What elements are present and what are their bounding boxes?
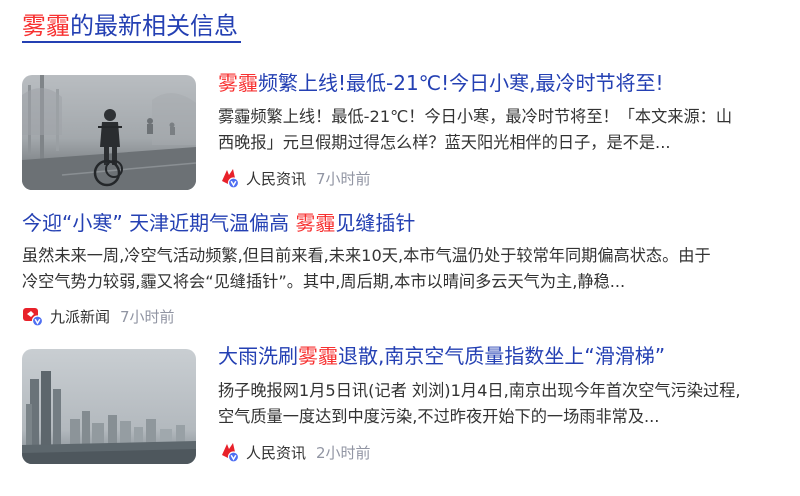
news-title-link-1[interactable]: 雾霾频繁上线!最低-21℃!今日小寒,最冷时节将至!	[218, 70, 664, 96]
snippet-line: 空气质量一度达到中度污染,不过昨夜开始下的一场雨非常及...	[218, 407, 660, 426]
news-title-text: 频繁上线!最低-21℃!今日小寒,最冷时节将至!	[258, 71, 664, 95]
news-title-text: 见缝插针	[335, 211, 416, 235]
news-title-link-3[interactable]: 大雨洗刷雾霾退散,南京空气质量指数坐上“滑滑梯”	[218, 343, 665, 369]
jiupai-news-logo-icon	[22, 305, 44, 327]
publish-time: 2小时前	[316, 443, 371, 462]
news-source-2[interactable]: 九派新闻 7小时前	[22, 305, 175, 327]
news-thumbnail-3[interactable]	[22, 349, 196, 464]
source-name: 九派新闻	[50, 307, 111, 326]
snippet-line: 雾霾频繁上线！最低-21℃！今日小寒，最冷时节将至！「本文来源：山	[218, 107, 733, 126]
hazy-city-skyline-photo	[22, 349, 196, 464]
source-name: 人民资讯	[246, 443, 307, 462]
smog-cyclist-photo	[22, 75, 196, 190]
news-title-highlight: 雾霾	[295, 211, 336, 235]
news-title-text: 退散,南京空气质量指数坐上“滑滑梯”	[338, 344, 666, 368]
news-snippet-1: 雾霾频繁上线！最低-21℃！今日小寒，最冷时节将至！「本文来源：山 西晚报」元旦…	[218, 104, 778, 156]
snippet-line: 扬子晚报网1月5日讯(记者 刘浏)1月4日,南京出现今年首次空气污染过程,	[218, 381, 741, 400]
news-snippet-3: 扬子晚报网1月5日讯(记者 刘浏)1月4日,南京出现今年首次空气污染过程, 空气…	[218, 378, 778, 430]
section-title-text: 的最新相关信息	[70, 12, 238, 40]
news-source-3[interactable]: 人民资讯 2小时前	[218, 441, 371, 463]
snippet-line: 冷空气势力较弱,霾又将会“见缝插针”。其中,周后期,本市以晴间多云天气为主,静稳…	[22, 272, 626, 291]
snippet-line: 西晚报」元旦假期过得怎么样？蓝天阳光相伴的日子，是不是...	[218, 133, 671, 152]
people-news-logo-icon	[218, 167, 240, 189]
news-title-text: 大雨洗刷	[218, 344, 298, 368]
section-title-link[interactable]: 雾霾的最新相关信息	[22, 8, 238, 44]
section-title-underline	[22, 41, 241, 43]
search-news-panel: 雾霾的最新相关信息 雾霾频繁上线!最低-21℃!今日小寒,最冷时节将至! 雾霾频…	[0, 0, 800, 496]
news-title-highlight: 雾霾	[218, 71, 258, 95]
news-thumbnail-1[interactable]	[22, 75, 196, 190]
news-title-highlight: 雾霾	[298, 344, 338, 368]
people-news-logo-icon	[218, 441, 240, 463]
news-snippet-2: 虽然未来一周,冷空气活动频繁,但目前来看,未来10天,本市气温仍处于较常年同期偏…	[22, 243, 782, 295]
news-source-1[interactable]: 人民资讯 7小时前	[218, 167, 371, 189]
news-title-link-2[interactable]: 今迎“小寒” 天津近期气温偏高 雾霾见缝插针	[22, 210, 415, 236]
publish-time: 7小时前	[120, 307, 175, 326]
source-name: 人民资讯	[246, 169, 307, 188]
section-title-highlight: 雾霾	[22, 12, 70, 40]
news-title-text: 今迎“小寒” 天津近期气温偏高	[22, 211, 296, 235]
snippet-line: 虽然未来一周,冷空气活动频繁,但目前来看,未来10天,本市气温仍处于较常年同期偏…	[22, 246, 711, 265]
publish-time: 7小时前	[316, 169, 371, 188]
